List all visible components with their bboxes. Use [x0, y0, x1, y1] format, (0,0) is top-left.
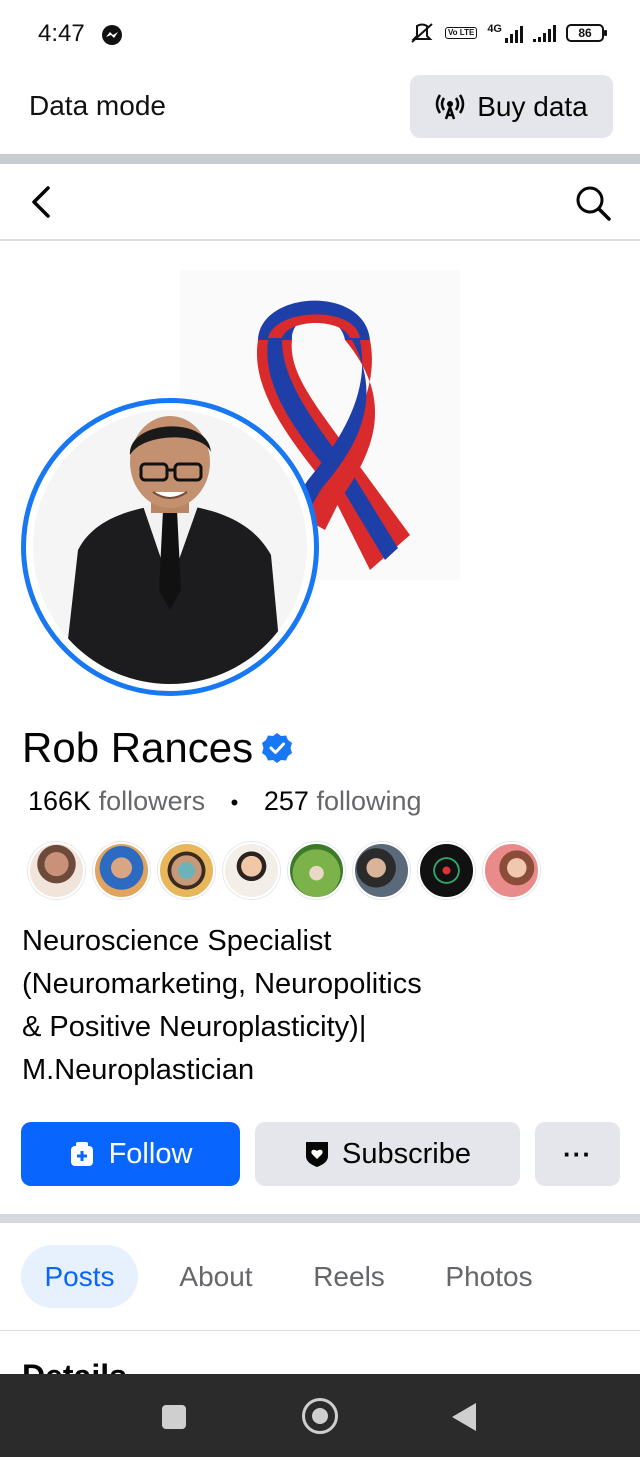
bio-line: (Neuromarketing, Neuropolitics — [22, 968, 422, 1000]
profile-name-row: Rob Rances — [22, 724, 293, 772]
friend-avatar[interactable] — [288, 842, 345, 899]
system-navigation-bar — [0, 1374, 640, 1457]
signal-icon-2 — [533, 24, 556, 42]
friend-avatar[interactable] — [353, 842, 410, 899]
top-nav-bar — [0, 164, 640, 241]
profile-name: Rob Rances — [22, 724, 254, 771]
status-bar: 4:47 Vo LTE 4G 86 — [0, 0, 640, 68]
profile-bio: Neuroscience Specialist (Neuromarketing,… — [22, 920, 542, 1092]
bio-line: Neuroscience Specialist — [22, 925, 332, 957]
more-options-button[interactable]: ··· — [535, 1122, 620, 1186]
person-portrait-image — [33, 410, 307, 684]
following-label: following — [316, 786, 422, 816]
data-mode-label: Data mode — [29, 90, 166, 121]
stats-separator: • — [230, 790, 239, 815]
friend-avatar[interactable] — [483, 842, 540, 899]
volte-badge: Vo LTE — [444, 27, 478, 39]
battery-icon: 86 — [566, 24, 607, 42]
follow-label: Follow — [108, 1137, 193, 1170]
following-count: 257 — [263, 786, 309, 816]
signal-icon — [505, 25, 523, 43]
add-friend-icon — [70, 1142, 93, 1166]
verified-badge-icon — [262, 733, 293, 763]
tab-posts[interactable]: Posts — [21, 1245, 138, 1308]
divider — [0, 1214, 640, 1223]
profile-tabs: Posts About Reels Photos — [0, 1243, 640, 1331]
more-options-icon: ··· — [563, 1138, 592, 1169]
broadcast-icon — [435, 93, 465, 119]
divider — [0, 154, 640, 164]
mute-icon — [411, 23, 433, 43]
follower-stats[interactable]: 166K followers • 257 following — [28, 786, 422, 817]
back-arrow-icon[interactable] — [26, 184, 56, 220]
subscribe-label: Subscribe — [342, 1137, 471, 1170]
friend-avatar[interactable] — [158, 842, 215, 899]
status-icons: Vo LTE 4G 86 — [409, 22, 607, 44]
follow-button[interactable]: Follow — [21, 1122, 240, 1186]
network-type: 4G — [487, 23, 502, 35]
recent-apps-icon[interactable] — [162, 1405, 186, 1429]
followers-count: 166K — [28, 786, 92, 816]
mutual-friends-avatars[interactable] — [28, 842, 540, 899]
home-icon[interactable] — [302, 1398, 338, 1434]
profile-picture[interactable] — [33, 410, 307, 684]
messenger-icon — [102, 25, 122, 45]
followers-label: followers — [98, 786, 206, 816]
tab-about[interactable]: About — [168, 1245, 264, 1308]
friend-avatar[interactable] — [418, 842, 475, 899]
bio-line: M.Neuroplastician — [22, 1054, 255, 1086]
status-time: 4:47 — [38, 20, 85, 47]
buy-data-label: Buy data — [477, 90, 588, 122]
bio-line: & Positive Neuroplasticity)| — [22, 1011, 367, 1043]
system-back-icon[interactable] — [452, 1403, 476, 1431]
friend-avatar[interactable] — [93, 842, 150, 899]
shield-heart-icon — [306, 1142, 329, 1167]
friend-avatar[interactable] — [223, 842, 280, 899]
subscribe-button[interactable]: Subscribe — [255, 1122, 520, 1186]
buy-data-button[interactable]: Buy data — [410, 75, 613, 138]
tab-reels[interactable]: Reels — [305, 1245, 393, 1308]
tab-photos[interactable]: Photos — [432, 1245, 546, 1308]
friend-avatar[interactable] — [28, 842, 85, 899]
search-icon[interactable] — [574, 184, 612, 222]
